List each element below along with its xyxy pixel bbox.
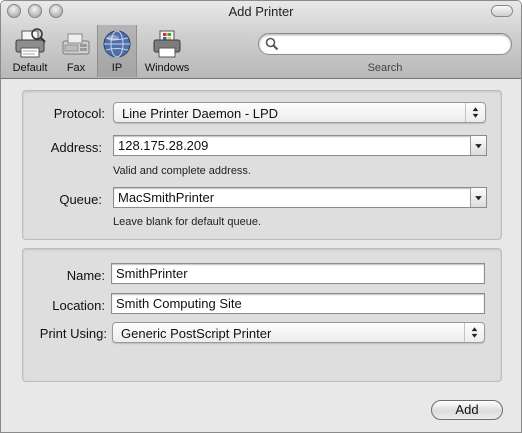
print-using-value: Generic PostScript Printer — [121, 326, 272, 341]
protocol-label: Protocol: — [53, 106, 105, 121]
popup-arrows-icon — [464, 323, 478, 342]
name-value: SmithPrinter — [116, 266, 188, 281]
popup-arrows-icon — [465, 103, 479, 122]
name-field[interactable]: SmithPrinter — [111, 263, 485, 284]
title-toolbar: Add Printer Default Fax IP Windows Searc… — [1, 1, 521, 79]
queue-value: MacSmithPrinter — [118, 190, 215, 205]
address-hint: Valid and complete address. — [113, 165, 251, 177]
search-label: Search — [367, 62, 403, 74]
toolbar-ip-button[interactable]: IP — [97, 25, 137, 77]
add-printer-window: Add Printer Default Fax IP Windows Searc… — [0, 0, 522, 433]
address-label: Address: — [50, 140, 102, 155]
address-value: 128.175.28.209 — [118, 138, 209, 153]
location-label: Location: — [52, 298, 105, 313]
print-using-label: Print Using: — [39, 326, 107, 341]
window-title: Add Printer — [228, 4, 294, 19]
search-input[interactable] — [258, 33, 512, 55]
add-button[interactable]: Add — [431, 400, 503, 420]
location-field[interactable]: Smith Computing Site — [111, 293, 485, 314]
toolbar-default-label: Default — [12, 62, 48, 74]
protocol-popup[interactable]: Line Printer Daemon - LPD — [113, 102, 486, 123]
chevron-down-icon[interactable] — [470, 188, 486, 207]
printer-icon — [15, 28, 46, 58]
toolbar-fax-label: Fax — [66, 62, 86, 74]
toolbar-toggle-button[interactable] — [491, 5, 513, 17]
location-value: Smith Computing Site — [116, 296, 242, 311]
name-label: Name: — [66, 268, 105, 283]
windows-printer-icon — [153, 30, 181, 58]
toolbar-fax-button[interactable]: Fax — [57, 25, 95, 77]
protocol-value: Line Printer Daemon - LPD — [122, 106, 279, 121]
address-field[interactable]: 128.175.28.209 — [113, 135, 487, 156]
queue-hint: Leave blank for default queue. — [113, 216, 262, 228]
toolbar-windows-label: Windows — [144, 62, 190, 74]
queue-label: Queue: — [59, 192, 102, 207]
search-icon — [265, 37, 279, 51]
fax-icon — [62, 33, 90, 55]
queue-field[interactable]: MacSmithPrinter — [113, 187, 487, 208]
print-using-popup[interactable]: Generic PostScript Printer — [112, 322, 485, 343]
toolbar-default-button[interactable]: Default — [5, 25, 55, 77]
globe-icon — [103, 30, 131, 58]
toolbar-ip-label: IP — [111, 62, 123, 74]
toolbar-windows-button[interactable]: Windows — [139, 25, 195, 77]
chevron-down-icon[interactable] — [470, 136, 486, 155]
